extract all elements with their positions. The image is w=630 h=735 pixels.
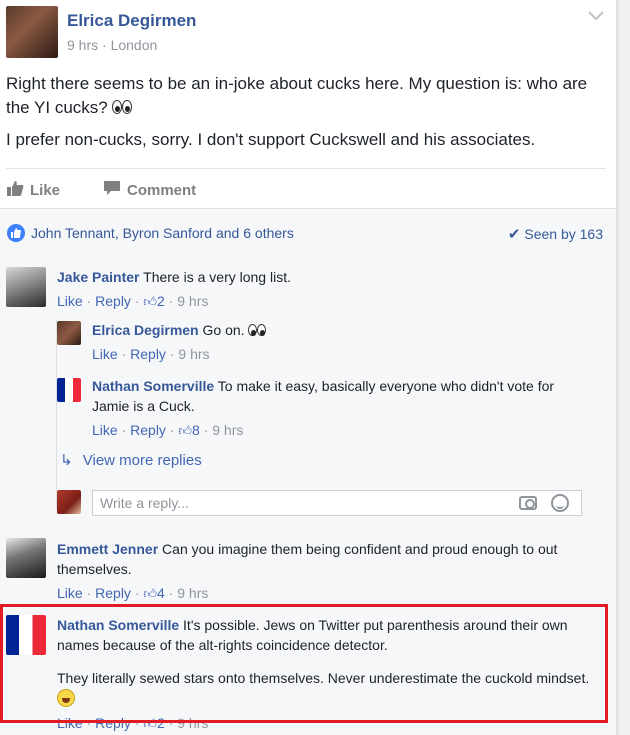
comment-actions: Like · Reply · 👍︎4 · 9 hrs <box>57 585 209 601</box>
avatar[interactable] <box>6 267 46 307</box>
post-paragraph-1: Right there seems to be an in-joke about… <box>6 74 588 117</box>
reply-placeholder: Write a reply... <box>100 495 189 511</box>
eyes-emoji-icon <box>248 323 267 337</box>
chevron-down-icon[interactable] <box>588 8 606 26</box>
comment-reply-link[interactable]: Reply <box>95 585 131 601</box>
thumbs-up-icon: 👍︎ <box>178 423 192 438</box>
avatar <box>57 490 81 514</box>
comment-reply-link[interactable]: Reply <box>130 346 166 362</box>
comment-like-count[interactable]: 2 <box>157 293 165 309</box>
reply-input[interactable]: Write a reply... <box>92 490 582 516</box>
post-actions: Like Comment <box>6 168 606 208</box>
reply-arrow-icon: ↳ <box>60 452 73 469</box>
highlight-box <box>0 604 608 723</box>
comment-time: 9 hrs <box>177 293 209 309</box>
comment-icon <box>103 180 121 200</box>
post-paragraph-2: I prefer non-cucks, sorry. I don't suppo… <box>6 130 536 149</box>
comment-author[interactable]: Jake Painter <box>57 269 140 285</box>
comment-author[interactable]: Emmett Jenner <box>57 541 158 557</box>
comment-text: There is a very long list. <box>143 269 291 285</box>
comments-section: Jake Painter There is a very long list. … <box>0 254 616 735</box>
author-avatar[interactable] <box>6 6 58 58</box>
comment-author[interactable]: Elrica Degirmen <box>92 322 199 338</box>
view-more-replies[interactable]: ↳ View more replies <box>60 451 202 469</box>
likers-link[interactable]: John Tennant, Byron Sanford and 6 others <box>31 225 294 241</box>
comment-actions: Like · Reply · 👍︎2 · 9 hrs <box>57 293 209 309</box>
comment-button[interactable]: Comment <box>103 180 196 200</box>
reactions-bar: John Tennant, Byron Sanford and 6 others… <box>0 208 616 254</box>
avatar[interactable] <box>57 378 81 402</box>
comment-reply-link[interactable]: Reply <box>130 422 166 438</box>
comment-like-link[interactable]: Like <box>57 585 83 601</box>
comment-time: 9 hrs <box>177 585 209 601</box>
reply-thread-line <box>56 320 57 510</box>
camera-icon[interactable] <box>519 496 537 510</box>
eyes-emoji-icon <box>112 99 134 115</box>
smiley-icon[interactable] <box>551 494 569 512</box>
scrollbar[interactable] <box>618 0 630 735</box>
comment-like-link[interactable]: Like <box>92 422 118 438</box>
reply: Elrica Degirmen Go on. <box>92 320 592 340</box>
post-header: Elrica Degirmen 9 hrs · London <box>0 0 616 68</box>
post-card: Elrica Degirmen 9 hrs · London Right the… <box>0 0 617 735</box>
comment-time: 9 hrs <box>178 346 210 362</box>
thumbs-up-icon <box>6 180 24 200</box>
comment-actions: Like · Reply · 9 hrs <box>92 346 210 362</box>
post-body: Right there seems to be an in-joke about… <box>6 72 606 160</box>
thumbs-up-icon: 👍︎ <box>143 586 157 601</box>
comment-like-count[interactable]: 4 <box>157 585 165 601</box>
thumbs-up-icon: 👍︎ <box>143 294 157 309</box>
post-meta: 9 hrs · London <box>67 37 158 53</box>
checkmark-icon: ✔ <box>507 226 521 243</box>
comment-time: 9 hrs <box>212 422 244 438</box>
comment: Emmett Jenner Can you imagine them being… <box>57 539 602 579</box>
comment-reply-link[interactable]: Reply <box>95 293 131 309</box>
reply: Nathan Somerville To make it easy, basic… <box>92 376 562 416</box>
comment: Jake Painter There is a very long list. <box>57 267 597 287</box>
like-badge-icon <box>7 224 25 242</box>
comment-text: Go on. <box>202 322 245 338</box>
view-more-label: View more replies <box>82 452 202 469</box>
like-label: Like <box>30 181 61 199</box>
like-button[interactable]: Like <box>6 180 60 200</box>
comment-label: Comment <box>127 181 197 199</box>
post-author[interactable]: Elrica Degirmen <box>67 11 196 31</box>
comment-author[interactable]: Nathan Somerville <box>92 378 214 394</box>
comment-actions: Like · Reply · 👍︎8 · 9 hrs <box>92 422 244 438</box>
avatar[interactable] <box>57 321 81 345</box>
comment-like-link[interactable]: Like <box>57 293 83 309</box>
comment-like-count[interactable]: 8 <box>192 422 200 438</box>
comment-like-link[interactable]: Like <box>92 346 118 362</box>
seen-by[interactable]: ✔ Seen by 163 <box>508 225 603 243</box>
avatar[interactable] <box>6 538 46 578</box>
seen-by-label: Seen by 163 <box>524 226 603 242</box>
